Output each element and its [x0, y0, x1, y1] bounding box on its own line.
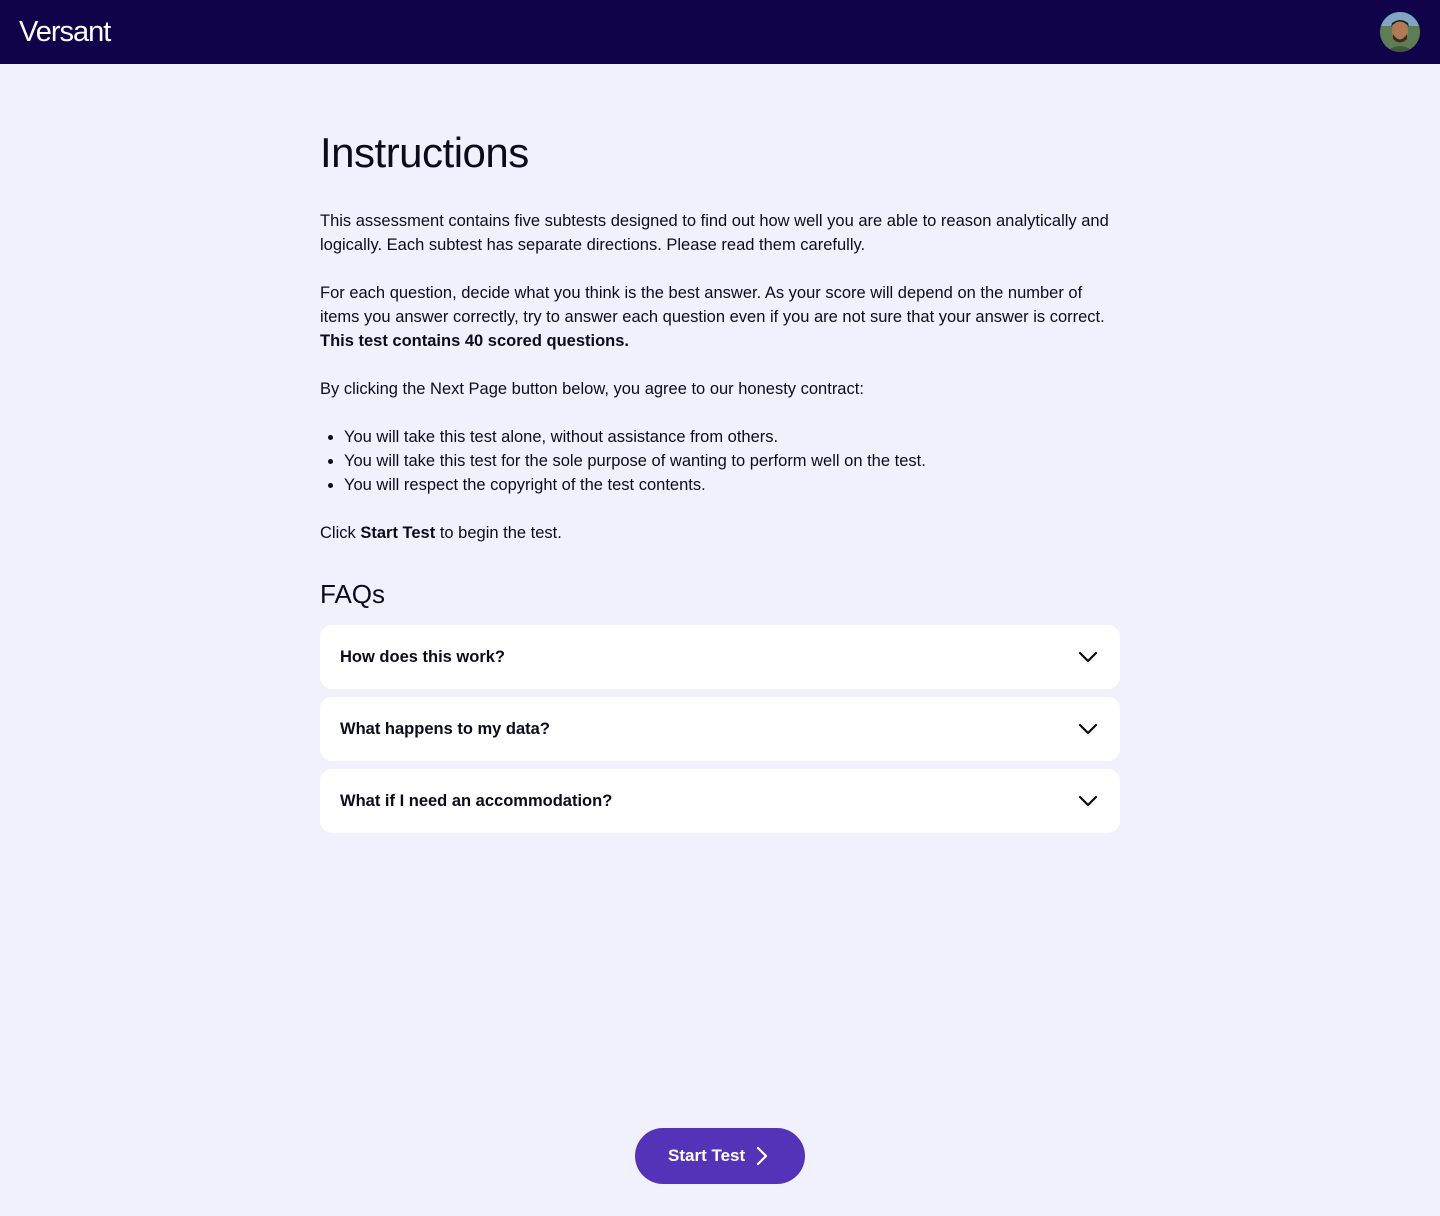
- chevron-right-icon: [756, 1146, 768, 1166]
- chevron-down-icon[interactable]: [1076, 647, 1100, 667]
- list-item: You will respect the copyright of the te…: [344, 473, 1120, 497]
- faq-heading: FAQs: [320, 579, 386, 609]
- honesty-contract-list: You will take this test alone, without a…: [320, 425, 1120, 497]
- faq-item-accommodation[interactable]: What if I need an accommodation?: [320, 769, 1120, 833]
- start-test-label: Start Test: [668, 1146, 746, 1165]
- list-item: You will take this test alone, without a…: [344, 425, 1120, 449]
- scoring-paragraph: For each question, decide what you think…: [320, 281, 1120, 353]
- user-avatar[interactable]: [1380, 12, 1420, 52]
- faq-question: What happens to my data?: [340, 720, 550, 738]
- chevron-down-icon[interactable]: [1076, 791, 1100, 811]
- instructions-content: Instructions This assessment contains fi…: [320, 128, 1120, 841]
- question-count-text: This test contains 40 scored questions.: [320, 332, 629, 350]
- scoring-text: For each question, decide what you think…: [320, 284, 1105, 326]
- list-item: You will take this test for the sole pur…: [344, 449, 1120, 473]
- faq-item-data[interactable]: What happens to my data?: [320, 697, 1120, 761]
- faq-list: How does this work? What happens to my d…: [320, 625, 1120, 833]
- start-instruction-suffix: to begin the test.: [435, 524, 562, 542]
- page-title: Instructions: [320, 129, 529, 176]
- chevron-down-icon[interactable]: [1076, 719, 1100, 739]
- start-instruction-bold: Start Test: [360, 524, 436, 542]
- faq-question: What if I need an accommodation?: [340, 792, 613, 810]
- faq-item-how-it-works[interactable]: How does this work?: [320, 625, 1120, 689]
- top-bar: Versant: [0, 0, 1440, 64]
- intro-paragraph: This assessment contains five subtests d…: [320, 212, 1109, 254]
- start-instruction-prefix: Click: [320, 524, 361, 542]
- versant-logo[interactable]: Versant: [19, 14, 111, 50]
- start-test-button[interactable]: Start Test: [635, 1128, 805, 1184]
- avatar-image: [1380, 12, 1420, 52]
- honesty-intro: By clicking the Next Page button below, …: [320, 380, 864, 398]
- faq-question: How does this work?: [340, 648, 506, 666]
- start-instruction: Click Start Test to begin the test.: [320, 521, 1120, 545]
